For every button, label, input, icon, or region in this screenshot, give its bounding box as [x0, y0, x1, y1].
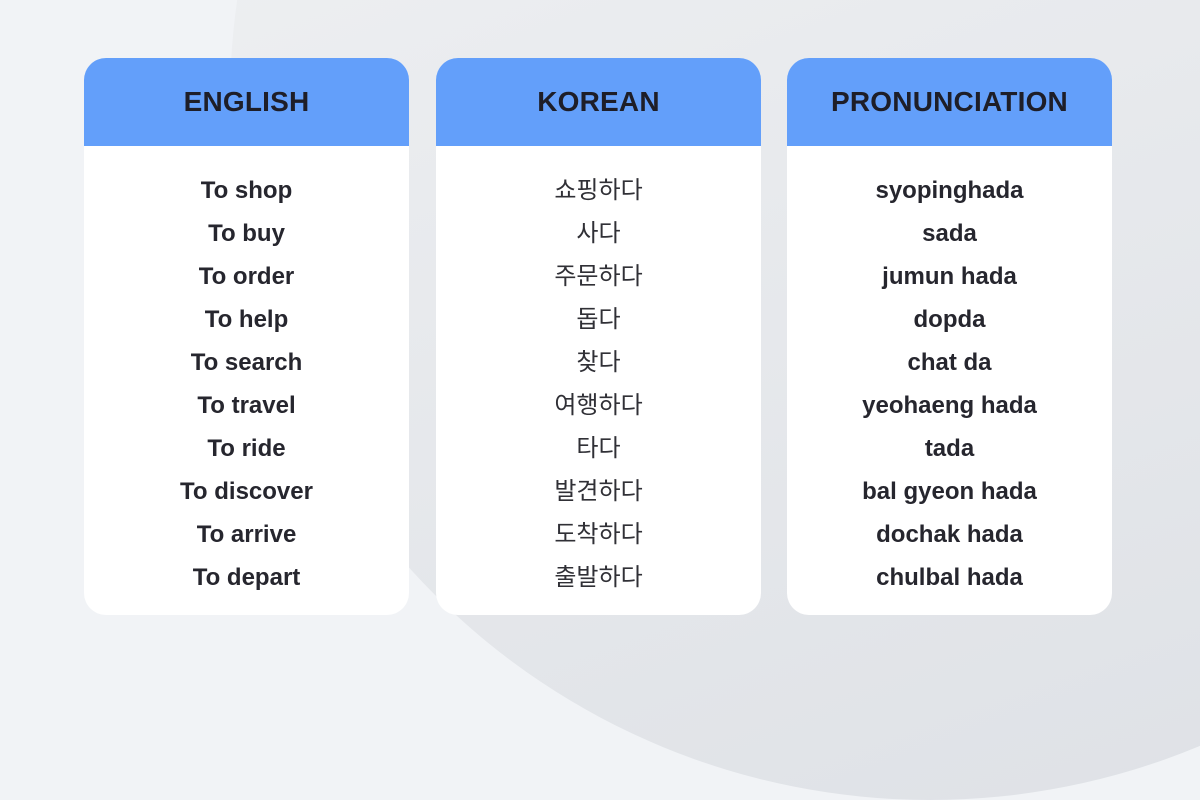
korean-word-list: 쇼핑하다 사다 주문하다 돕다 찾다 여행하다 타다 발견하다 도착하다 출발하…: [436, 146, 761, 599]
pronunciation-entry: dopda: [913, 306, 986, 333]
english-word: To search: [190, 349, 303, 376]
english-word: To order: [198, 263, 295, 290]
korean-column-card: KOREAN 쇼핑하다 사다 주문하다 돕다 찾다 여행하다 타다 발견하다 도…: [436, 58, 761, 615]
pronunciation-column-header: PRONUNCIATION: [787, 58, 1112, 146]
korean-word: 발견하다: [554, 477, 643, 505]
english-column-card: ENGLISH To shop To buy To order To help …: [84, 58, 409, 615]
english-word-list: To shop To buy To order To help To searc…: [84, 146, 409, 599]
pronunciation-entry: syopinghada: [875, 177, 1024, 204]
pronunciation-entry: dochak hada: [876, 521, 1023, 548]
english-word: To depart: [192, 564, 301, 591]
english-word: To help: [204, 306, 289, 333]
pronunciation-entry: chat da: [907, 349, 992, 376]
pronunciation-column-card: PRONUNCIATION syopinghada sada jumun had…: [787, 58, 1112, 615]
korean-word: 출발하다: [554, 563, 643, 591]
pronunciation-entry: sada: [922, 220, 977, 247]
korean-word: 타다: [576, 434, 621, 462]
english-word: To discover: [180, 478, 313, 505]
english-word: To ride: [207, 435, 286, 462]
korean-word: 여행하다: [554, 391, 643, 419]
korean-word: 사다: [576, 219, 621, 247]
english-word: To buy: [208, 220, 285, 247]
korean-word: 주문하다: [554, 262, 643, 290]
english-word: To shop: [200, 177, 293, 204]
pronunciation-entry: yeohaeng hada: [862, 392, 1037, 419]
pronunciation-list: syopinghada sada jumun hada dopda chat d…: [787, 146, 1112, 599]
english-column-header: ENGLISH: [84, 58, 409, 146]
english-word: To arrive: [196, 521, 297, 548]
korean-word: 찾다: [576, 348, 621, 376]
korean-word: 도착하다: [554, 520, 643, 548]
pronunciation-entry: bal gyeon hada: [862, 478, 1037, 505]
english-word: To travel: [197, 392, 296, 419]
korean-word: 돕다: [576, 305, 621, 333]
pronunciation-entry: chulbal hada: [876, 564, 1023, 591]
pronunciation-entry: tada: [924, 435, 975, 462]
korean-word: 쇼핑하다: [554, 176, 643, 204]
korean-column-header: KOREAN: [436, 58, 761, 146]
pronunciation-entry: jumun hada: [882, 263, 1017, 290]
